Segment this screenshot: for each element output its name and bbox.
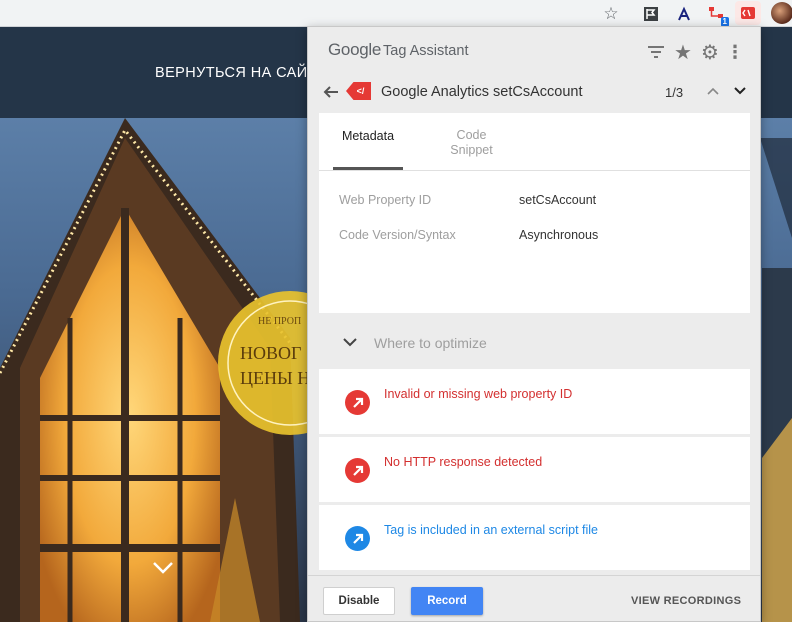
sitemap-extension-icon[interactable]: 1: [706, 4, 729, 27]
previous-tag-chevron-up-icon[interactable]: [703, 80, 723, 102]
promo-line-2: НОВОГ: [240, 343, 302, 363]
tag-assistant-popup: Google Tag Assistant ★ ⚙ ⋮ </ Google Anal…: [307, 26, 761, 622]
back-arrow-icon[interactable]: [320, 81, 342, 103]
browser-toolbar: ☆ 1: [0, 0, 792, 27]
star-icon[interactable]: ★: [672, 41, 694, 64]
filter-icon[interactable]: [645, 41, 667, 63]
issue-text: Invalid or missing web property ID: [384, 387, 573, 401]
metadata-card: Metadata Code Snippet Web Property ID se…: [319, 113, 750, 313]
tag-type-badge: </: [346, 82, 371, 100]
flag-extension-icon[interactable]: [641, 4, 661, 24]
logo-google-text: Google: [328, 40, 382, 59]
issue-text: No HTTP response detected: [384, 455, 543, 469]
network-extension-icon[interactable]: [674, 4, 694, 24]
bookmark-star-icon[interactable]: ☆: [601, 4, 621, 24]
back-to-site-link[interactable]: ВЕРНУТЬСЯ НА САЙ: [155, 65, 308, 81]
tag-assistant-header: Google Tag Assistant ★ ⚙ ⋮ </ Google Anal…: [308, 27, 760, 112]
tag-position: 1/3: [665, 85, 684, 100]
scroll-down-chevron-icon[interactable]: [151, 559, 175, 579]
metadata-value: setCsAccount: [519, 193, 597, 207]
tab-bar: Metadata Code Snippet: [319, 113, 750, 171]
promo-line-3: ЦЕНЫ Н: [240, 368, 311, 388]
tag-assistant-extension-icon[interactable]: [735, 1, 761, 25]
issue-item[interactable]: Tag is included in an external script fi…: [319, 505, 750, 570]
tab-metadata[interactable]: Metadata: [333, 129, 403, 144]
next-tag-chevron-down-icon[interactable]: [730, 80, 750, 102]
tab-code-snippet[interactable]: Code Snippet: [439, 128, 504, 158]
view-recordings-link[interactable]: VIEW RECORDINGS: [631, 595, 741, 607]
active-tab-indicator: [333, 167, 403, 170]
tag-assistant-footer: Disable Record VIEW RECORDINGS: [308, 575, 760, 621]
record-button[interactable]: Record: [411, 587, 483, 615]
metadata-key: Code Version/Syntax: [339, 228, 456, 242]
gear-icon[interactable]: ⚙: [699, 41, 721, 64]
logo-product-text: Tag Assistant: [383, 43, 469, 59]
metadata-key: Web Property ID: [339, 193, 432, 207]
issue-text: Tag is included in an external script fi…: [384, 523, 599, 537]
disable-button[interactable]: Disable: [323, 587, 395, 615]
red-arrow-icon: [345, 390, 370, 415]
red-arrow-icon: [345, 458, 370, 483]
tag-row: </ Google Analytics setCsAccount 1/3: [308, 77, 760, 107]
blue-arrow-icon: [345, 526, 370, 551]
where-to-optimize-title: Where to optimize: [374, 335, 487, 351]
more-vert-icon[interactable]: ⋮: [724, 41, 746, 63]
promo-line-1: НЕ ПРОП: [258, 316, 302, 327]
metadata-value: Asynchronous: [519, 228, 599, 242]
tag-assistant-logo: Google Tag Assistant: [328, 40, 468, 60]
profile-avatar[interactable]: [771, 2, 792, 24]
tag-name: Google Analytics setCsAccount: [381, 84, 583, 100]
issue-item[interactable]: No HTTP response detected: [319, 437, 750, 502]
where-to-optimize-header[interactable]: Where to optimize: [319, 319, 750, 365]
issue-item[interactable]: Invalid or missing web property ID: [319, 369, 750, 434]
collapse-chevron-down-icon[interactable]: [341, 333, 359, 351]
